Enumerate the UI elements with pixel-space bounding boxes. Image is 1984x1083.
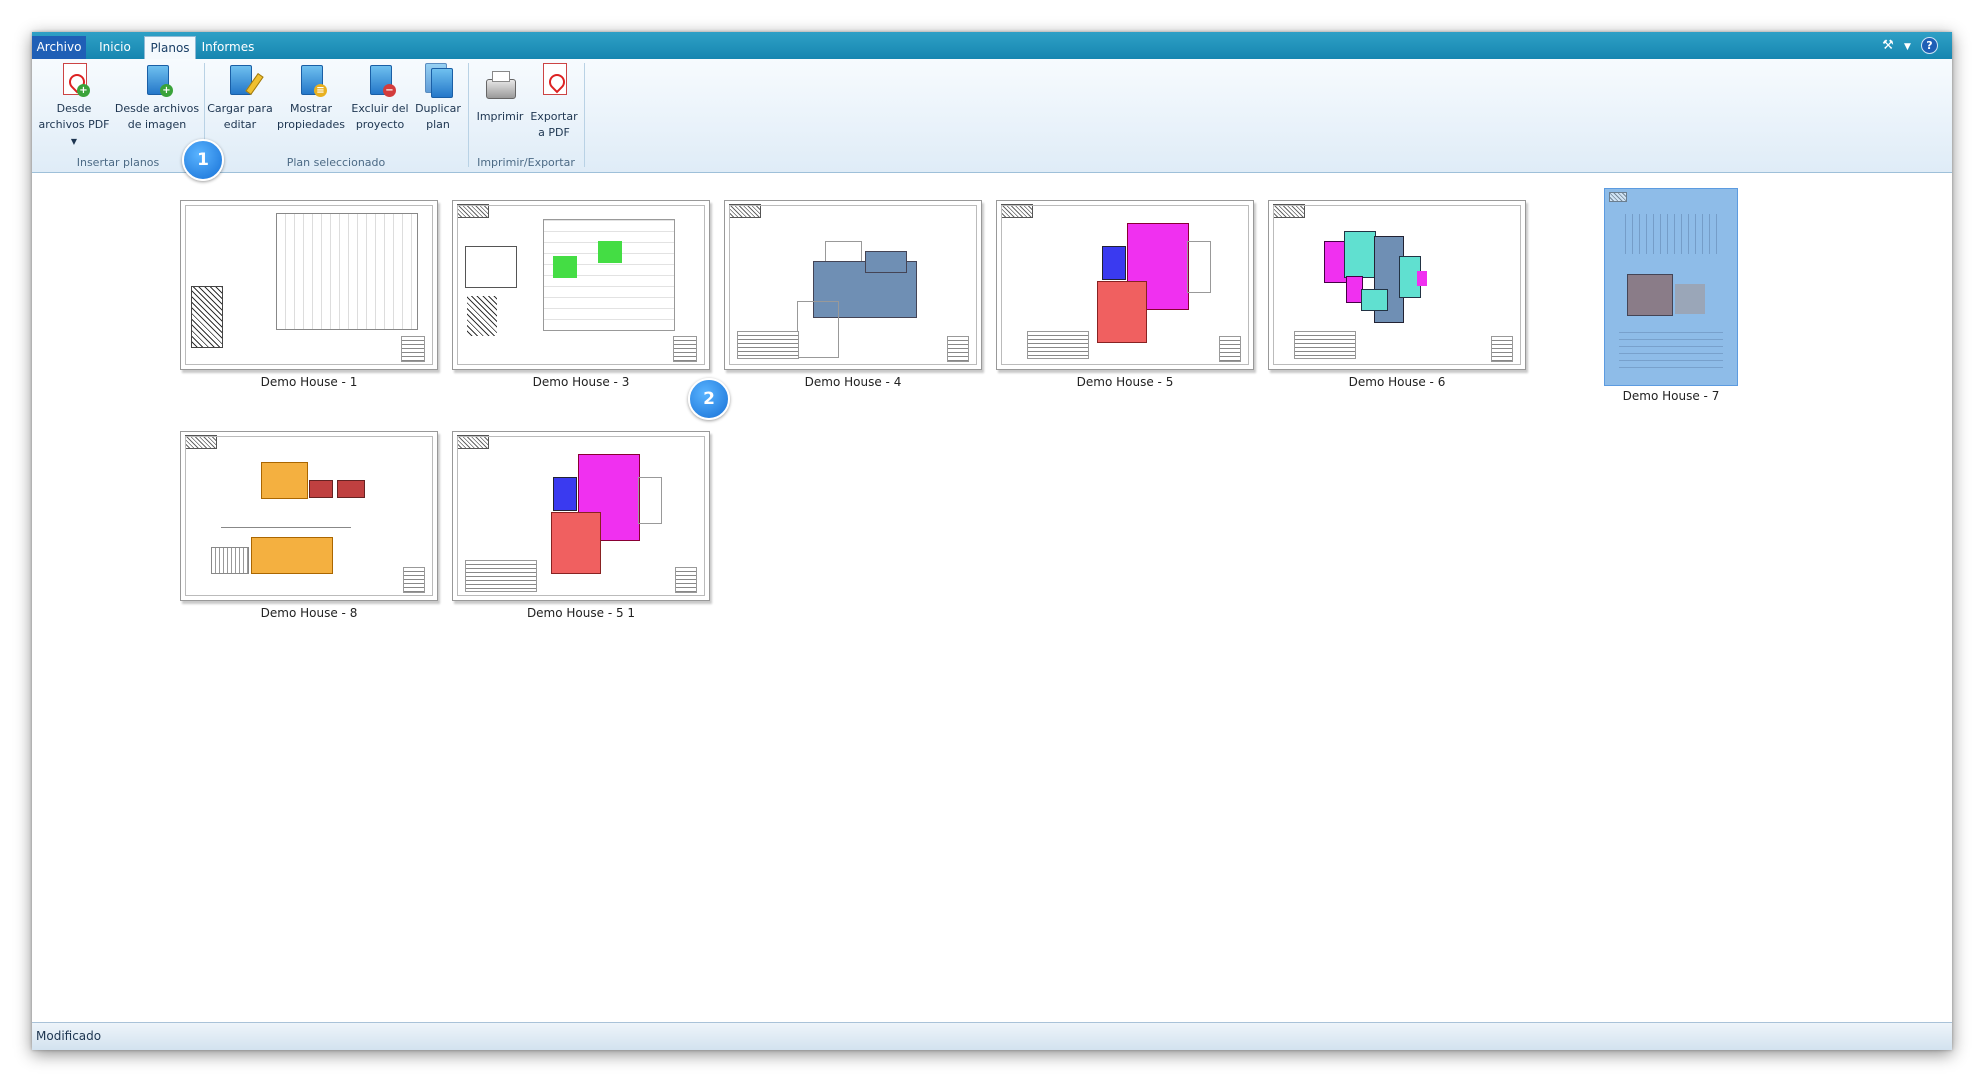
dup-label-1: Duplicar — [415, 102, 461, 115]
props-label-1: Mostrar — [289, 102, 333, 115]
export-pdf-button[interactable]: Exportar a PDF — [527, 63, 581, 141]
group-label-print: Imprimir/Exportar — [477, 156, 575, 169]
group-divider — [584, 63, 585, 167]
ribbon: + Desde archivos PDF ▼ + Desde archivos … — [32, 59, 1952, 173]
plan-preview — [1604, 188, 1738, 386]
status-bar: Modificado — [32, 1022, 1952, 1050]
tools-icon[interactable]: ⚒ — [1882, 38, 1894, 53]
props-label-2: propiedades — [276, 118, 345, 131]
plan-name: Demo House - 1 — [260, 375, 358, 389]
edit-plan-icon — [224, 63, 264, 99]
from-image-label-2: de imagen — [127, 118, 187, 131]
plan-preview — [996, 200, 1254, 370]
group-label-plan: Plan seleccionado — [286, 156, 386, 169]
tab-informes[interactable]: Informes — [198, 36, 258, 59]
plan-name: Demo House - 5 — [1076, 375, 1174, 389]
properties-icon: ≡ — [295, 63, 327, 99]
plan-preview — [452, 431, 710, 601]
duplicate-plan-button[interactable]: Duplicar plan — [413, 63, 463, 133]
load-label-1: Cargar para — [207, 102, 273, 115]
dropdown-arrow-icon[interactable]: ▼ — [71, 137, 77, 146]
plan-preview — [452, 200, 710, 370]
from-image-label-1: Desde archivos — [114, 102, 200, 115]
plan-name: Demo House - 8 — [260, 606, 358, 620]
plan-preview — [180, 200, 438, 370]
plan-name: Demo House - 4 — [804, 375, 902, 389]
exclude-from-project-button[interactable]: − Excluir del proyecto — [349, 63, 411, 133]
window-controls: ⚒ ▼ ? — [1876, 37, 1938, 55]
tab-archivo[interactable]: Archivo — [32, 36, 86, 59]
plan-preview — [1268, 200, 1526, 370]
group-plan-seleccionado: Cargar para editar ≡ Mostrar propiedades… — [205, 59, 467, 172]
printer-icon — [484, 71, 516, 107]
exclude-label-2: proyecto — [355, 118, 405, 131]
plan-preview — [724, 200, 982, 370]
plan-name: Demo House - 7 — [1622, 389, 1720, 403]
chevron-down-icon[interactable]: ▼ — [1904, 42, 1911, 52]
plan-name: Demo House - 3 — [532, 375, 630, 389]
exclude-label-1: Excluir del — [351, 102, 409, 115]
ribbon-tab-bar: Archivo Inicio Planos Informes ⚒ ▼ ? — [32, 32, 1952, 60]
load-label-2: editar — [223, 118, 257, 131]
group-insertar-planos: + Desde archivos PDF ▼ + Desde archivos … — [32, 59, 204, 172]
pdf-add-icon: + — [58, 63, 90, 99]
tab-inicio[interactable]: Inicio — [90, 36, 140, 59]
load-to-edit-button[interactable]: Cargar para editar — [207, 63, 273, 133]
exclude-icon: − — [364, 63, 396, 99]
export-label-1: Exportar — [530, 110, 578, 123]
from-pdf-label-1: Desde — [56, 102, 92, 115]
from-pdf-button[interactable]: + Desde archivos PDF ▼ — [38, 63, 110, 150]
plan-name: Demo House - 6 — [1348, 375, 1446, 389]
print-label: Imprimir — [476, 110, 524, 123]
from-image-button[interactable]: + Desde archivos de imagen — [114, 63, 200, 133]
dup-label-2: plan — [426, 118, 450, 131]
show-properties-button[interactable]: ≡ Mostrar propiedades — [275, 63, 347, 133]
duplicate-icon — [422, 63, 454, 99]
status-text: Modificado — [36, 1029, 102, 1043]
export-label-2: a PDF — [538, 126, 570, 139]
group-imprimir-exportar: Imprimir Exportar a PDF Imprimir/Exporta… — [469, 59, 583, 172]
step-badge-1: 1 — [182, 139, 224, 181]
print-button[interactable]: Imprimir — [473, 71, 527, 125]
help-icon[interactable]: ? — [1921, 37, 1938, 54]
pdf-icon — [538, 63, 570, 99]
from-pdf-label-2: archivos PDF — [38, 118, 110, 131]
image-add-icon: + — [141, 63, 173, 99]
tab-planos[interactable]: Planos — [144, 36, 196, 60]
plan-name: Demo House - 5 1 — [526, 606, 636, 620]
group-label-insertar: Insertar planos — [76, 156, 160, 169]
app-window: Archivo Inicio Planos Informes ⚒ ▼ ? + D… — [32, 32, 1952, 1050]
plan-preview — [180, 431, 438, 601]
